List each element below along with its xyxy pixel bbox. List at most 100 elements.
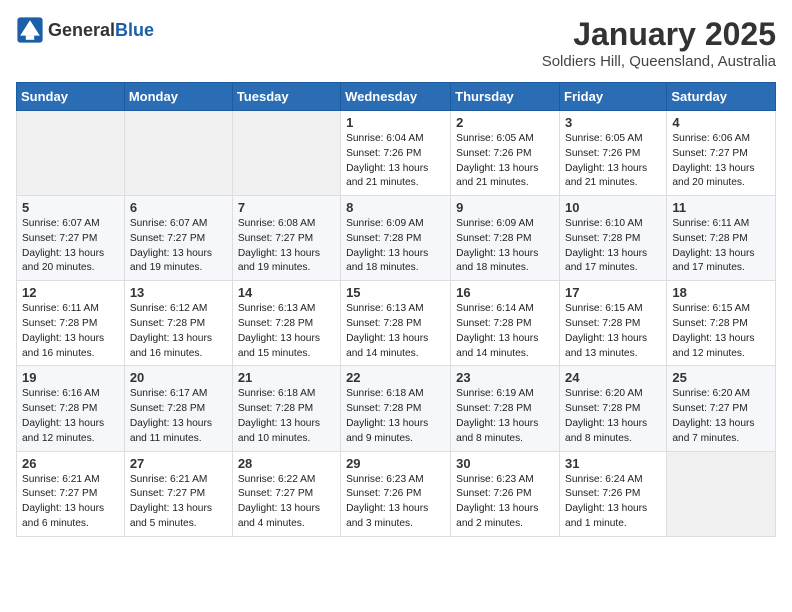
day-number: 16 xyxy=(456,285,554,300)
day-number: 27 xyxy=(130,456,227,471)
day-info: Sunrise: 6:13 AM Sunset: 7:28 PM Dayligh… xyxy=(346,302,445,361)
day-number: 25 xyxy=(672,370,770,385)
day-info: Sunrise: 6:11 AM Sunset: 7:28 PM Dayligh… xyxy=(672,217,770,276)
day-number: 31 xyxy=(565,456,661,471)
day-number: 3 xyxy=(565,115,661,130)
month-title: January 2025 xyxy=(542,16,776,53)
calendar-cell: 3Sunrise: 6:05 AM Sunset: 7:26 PM Daylig… xyxy=(560,111,667,196)
logo-blue: Blue xyxy=(115,20,154,40)
day-number: 29 xyxy=(346,456,445,471)
day-info: Sunrise: 6:15 AM Sunset: 7:28 PM Dayligh… xyxy=(672,302,770,361)
day-number: 12 xyxy=(22,285,119,300)
calendar-cell: 22 Sunrise: 6:18 AM Sunset: 7:28 PM Dayli… xyxy=(341,366,451,451)
day-info: Sunrise: 6:07 AM Sunset: 7:27 PM Dayligh… xyxy=(130,217,227,276)
title-block: January 2025 Soldiers Hill, Queensland, … xyxy=(542,16,776,70)
day-info: Sunrise: 6:20 AM Sunset: 7:28 PM Dayligh… xyxy=(565,387,661,446)
day-info: Sunrise: 6:14 AM Sunset: 7:28 PM Dayligh… xyxy=(456,302,554,361)
calendar-cell: 18 Sunrise: 6:15 AM Sunset: 7:28 PM Dayli… xyxy=(667,281,776,366)
page-header: GeneralBlue January 2025 Soldiers Hill, … xyxy=(16,16,776,70)
day-info: Sunrise: 6:10 AM Sunset: 7:28 PM Dayligh… xyxy=(565,217,661,276)
day-info: Sunrise: 6:23 AM Sunset: 7:26 PM Dayligh… xyxy=(346,473,445,532)
day-info: Sunrise: 6:16 AM Sunset: 7:28 PM Dayligh… xyxy=(22,387,119,446)
calendar-cell: 30Sunrise: 6:23 AM Sunset: 7:26 PM Dayli… xyxy=(451,451,560,536)
day-info: Sunrise: 6:06 AM Sunset: 7:27 PM Dayligh… xyxy=(672,132,770,191)
logo-general: General xyxy=(48,20,115,40)
day-info: Sunrise: 6:12 AM Sunset: 7:28 PM Dayligh… xyxy=(130,302,227,361)
calendar-cell: 28Sunrise: 6:22 AM Sunset: 7:27 PM Dayli… xyxy=(232,451,340,536)
day-number: 24 xyxy=(565,370,661,385)
calendar-table: SundayMondayTuesdayWednesdayThursdayFrid… xyxy=(16,82,776,537)
day-info: Sunrise: 6:21 AM Sunset: 7:27 PM Dayligh… xyxy=(22,473,119,532)
calendar-week-row: 12 Sunrise: 6:11 AM Sunset: 7:28 PM Dayli… xyxy=(17,281,776,366)
weekday-header: Friday xyxy=(560,83,667,111)
weekday-header: Wednesday xyxy=(341,83,451,111)
calendar-cell: 12 Sunrise: 6:11 AM Sunset: 7:28 PM Dayli… xyxy=(17,281,125,366)
logo-icon xyxy=(16,16,44,44)
day-info: Sunrise: 6:05 AM Sunset: 7:26 PM Dayligh… xyxy=(456,132,554,191)
calendar-cell: 27 Sunrise: 6:21 AM Sunset: 7:27 PM Dayli… xyxy=(124,451,232,536)
calendar-week-row: 1 Sunrise: 6:04 AM Sunset: 7:26 PM Daylig… xyxy=(17,111,776,196)
day-info: Sunrise: 6:11 AM Sunset: 7:28 PM Dayligh… xyxy=(22,302,119,361)
day-info: Sunrise: 6:13 AM Sunset: 7:28 PM Dayligh… xyxy=(238,302,335,361)
day-number: 21 xyxy=(238,370,335,385)
day-number: 26 xyxy=(22,456,119,471)
calendar-cell: 5Sunrise: 6:07 AM Sunset: 7:27 PM Daylig… xyxy=(17,196,125,281)
day-number: 14 xyxy=(238,285,335,300)
calendar-week-row: 26 Sunrise: 6:21 AM Sunset: 7:27 PM Dayli… xyxy=(17,451,776,536)
day-info: Sunrise: 6:09 AM Sunset: 7:28 PM Dayligh… xyxy=(456,217,554,276)
day-info: Sunrise: 6:15 AM Sunset: 7:28 PM Dayligh… xyxy=(565,302,661,361)
calendar-cell xyxy=(667,451,776,536)
calendar-week-row: 19 Sunrise: 6:16 AM Sunset: 7:28 PM Dayli… xyxy=(17,366,776,451)
calendar-week-row: 5Sunrise: 6:07 AM Sunset: 7:27 PM Daylig… xyxy=(17,196,776,281)
day-info: Sunrise: 6:04 AM Sunset: 7:26 PM Dayligh… xyxy=(346,132,445,191)
day-number: 1 xyxy=(346,115,445,130)
day-number: 17 xyxy=(565,285,661,300)
calendar-cell: 14 Sunrise: 6:13 AM Sunset: 7:28 PM Dayli… xyxy=(232,281,340,366)
logo: GeneralBlue xyxy=(16,16,154,44)
day-number: 13 xyxy=(130,285,227,300)
calendar-cell: 1 Sunrise: 6:04 AM Sunset: 7:26 PM Daylig… xyxy=(341,111,451,196)
calendar-cell: 8Sunrise: 6:09 AM Sunset: 7:28 PM Daylig… xyxy=(341,196,451,281)
calendar-cell: 23Sunrise: 6:19 AM Sunset: 7:28 PM Dayli… xyxy=(451,366,560,451)
day-number: 18 xyxy=(672,285,770,300)
calendar-body: 1 Sunrise: 6:04 AM Sunset: 7:26 PM Daylig… xyxy=(17,111,776,537)
calendar-cell: 20Sunrise: 6:17 AM Sunset: 7:28 PM Dayli… xyxy=(124,366,232,451)
calendar-cell: 29 Sunrise: 6:23 AM Sunset: 7:26 PM Dayli… xyxy=(341,451,451,536)
day-info: Sunrise: 6:22 AM Sunset: 7:27 PM Dayligh… xyxy=(238,473,335,532)
calendar-cell: 11 Sunrise: 6:11 AM Sunset: 7:28 PM Dayli… xyxy=(667,196,776,281)
calendar-cell: 15 Sunrise: 6:13 AM Sunset: 7:28 PM Dayli… xyxy=(341,281,451,366)
day-info: Sunrise: 6:19 AM Sunset: 7:28 PM Dayligh… xyxy=(456,387,554,446)
calendar-cell: 13 Sunrise: 6:12 AM Sunset: 7:28 PM Dayli… xyxy=(124,281,232,366)
day-number: 15 xyxy=(346,285,445,300)
day-info: Sunrise: 6:07 AM Sunset: 7:27 PM Dayligh… xyxy=(22,217,119,276)
calendar-cell: 9 Sunrise: 6:09 AM Sunset: 7:28 PM Daylig… xyxy=(451,196,560,281)
weekday-header: Saturday xyxy=(667,83,776,111)
weekday-header: Thursday xyxy=(451,83,560,111)
day-info: Sunrise: 6:21 AM Sunset: 7:27 PM Dayligh… xyxy=(130,473,227,532)
day-number: 20 xyxy=(130,370,227,385)
calendar-cell: 16 Sunrise: 6:14 AM Sunset: 7:28 PM Dayli… xyxy=(451,281,560,366)
day-number: 6 xyxy=(130,200,227,215)
calendar-cell: 2 Sunrise: 6:05 AM Sunset: 7:26 PM Daylig… xyxy=(451,111,560,196)
day-info: Sunrise: 6:23 AM Sunset: 7:26 PM Dayligh… xyxy=(456,473,554,532)
weekday-row: SundayMondayTuesdayWednesdayThursdayFrid… xyxy=(17,83,776,111)
day-info: Sunrise: 6:18 AM Sunset: 7:28 PM Dayligh… xyxy=(238,387,335,446)
day-number: 4 xyxy=(672,115,770,130)
calendar-cell: 25Sunrise: 6:20 AM Sunset: 7:27 PM Dayli… xyxy=(667,366,776,451)
day-info: Sunrise: 6:08 AM Sunset: 7:27 PM Dayligh… xyxy=(238,217,335,276)
calendar-cell: 10Sunrise: 6:10 AM Sunset: 7:28 PM Dayli… xyxy=(560,196,667,281)
calendar-cell: 19 Sunrise: 6:16 AM Sunset: 7:28 PM Dayli… xyxy=(17,366,125,451)
calendar-cell xyxy=(17,111,125,196)
day-number: 19 xyxy=(22,370,119,385)
location-title: Soldiers Hill, Queensland, Australia xyxy=(542,53,776,70)
day-number: 9 xyxy=(456,200,554,215)
day-number: 11 xyxy=(672,200,770,215)
calendar-cell: 21 Sunrise: 6:18 AM Sunset: 7:28 PM Dayli… xyxy=(232,366,340,451)
weekday-header: Sunday xyxy=(17,83,125,111)
calendar-cell: 4 Sunrise: 6:06 AM Sunset: 7:27 PM Daylig… xyxy=(667,111,776,196)
day-number: 2 xyxy=(456,115,554,130)
day-number: 22 xyxy=(346,370,445,385)
day-info: Sunrise: 6:18 AM Sunset: 7:28 PM Dayligh… xyxy=(346,387,445,446)
day-number: 7 xyxy=(238,200,335,215)
day-info: Sunrise: 6:09 AM Sunset: 7:28 PM Dayligh… xyxy=(346,217,445,276)
